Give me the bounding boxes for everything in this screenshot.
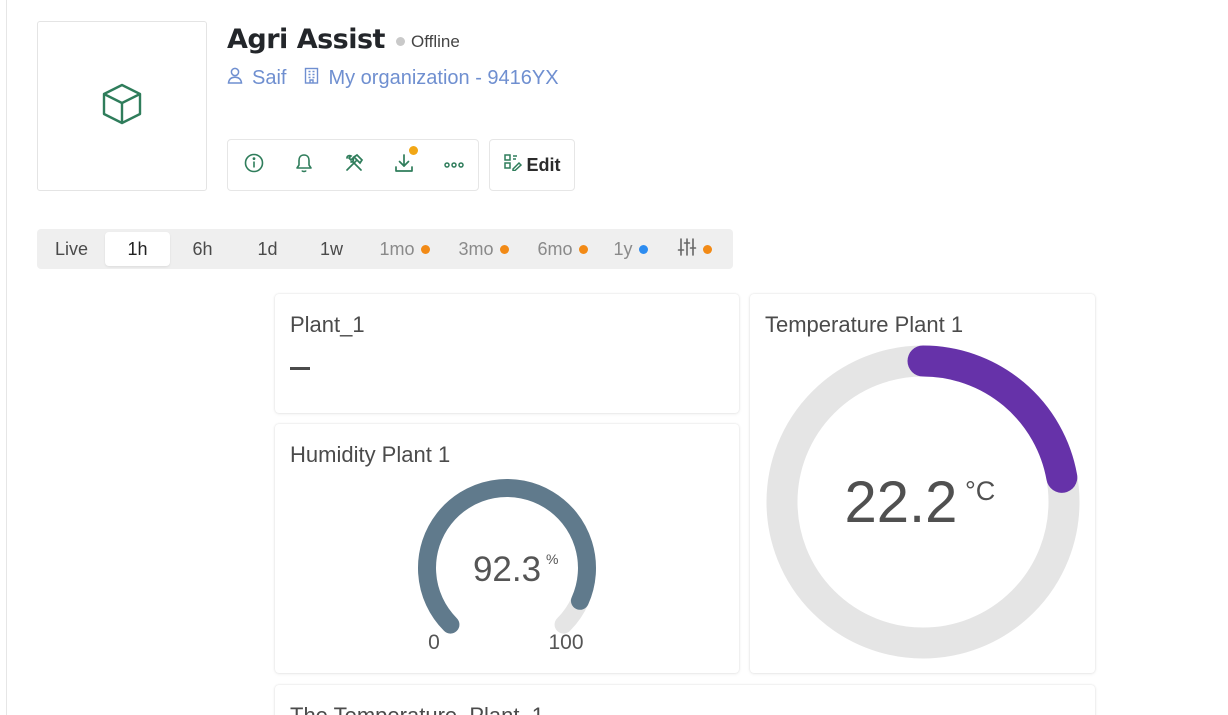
- info-button[interactable]: [242, 153, 266, 177]
- gauge-max-label: 100: [548, 631, 583, 654]
- humidity-gauge-widget: Humidity Plant 1 92.3 % 0 100: [275, 424, 739, 673]
- device-toolbar: [227, 139, 479, 191]
- premium-dot: [578, 244, 588, 254]
- time-range-label: 1h: [127, 238, 148, 259]
- organization-name: My organization - 9416YX: [328, 67, 559, 89]
- sliders-icon: [677, 237, 697, 262]
- widget-title: The Temperature_Plant_1: [290, 703, 544, 715]
- humidity-unit: %: [546, 551, 558, 567]
- device-title: Agri Assist: [227, 24, 385, 55]
- device-header: Agri Assist Offline: [227, 24, 460, 55]
- edit-label: Edit: [526, 154, 561, 175]
- time-range-1w[interactable]: 1w: [299, 232, 364, 266]
- status-text: Offline: [410, 31, 460, 51]
- time-range-1mo[interactable]: 1mo: [372, 232, 437, 266]
- notifications-button[interactable]: [292, 153, 316, 177]
- time-range-selector: Live 1h 6h 1d 1w 1mo 3mo 6mo 1y: [37, 229, 733, 269]
- temperature-gauge: 22.2 °C: [766, 345, 1080, 659]
- building-icon: [304, 67, 328, 90]
- owner-name: Saif: [252, 67, 287, 89]
- time-range-live[interactable]: Live: [39, 232, 104, 266]
- device-meta: Saif My organization - 9416YX: [227, 67, 559, 90]
- gauge-fill: [907, 345, 1078, 493]
- more-icon: [444, 156, 464, 174]
- time-range-label: 6mo: [537, 238, 573, 259]
- time-range-6mo[interactable]: 6mo: [530, 232, 595, 266]
- info-dot: [638, 244, 648, 254]
- temperature-gauge-widget: Temperature Plant 1 22.2 °C: [750, 294, 1095, 673]
- status-badge: Offline: [395, 31, 460, 52]
- gauge-min-label: 0: [428, 631, 440, 654]
- time-range-label: 1d: [257, 238, 278, 259]
- user-icon: [227, 67, 252, 90]
- time-range-label: 1y: [613, 238, 633, 259]
- device-image: [37, 21, 207, 191]
- edit-dashboard-icon: [503, 154, 527, 176]
- time-range-1d[interactable]: 1d: [235, 232, 300, 266]
- time-range-label: 6h: [192, 238, 213, 259]
- cube-icon: [99, 81, 145, 132]
- download-icon: [394, 153, 414, 178]
- time-range-label: 1w: [319, 238, 343, 259]
- download-badge: [409, 146, 418, 155]
- premium-dot: [499, 244, 509, 254]
- time-range-label: Live: [54, 238, 89, 259]
- temperature-chart-widget: The Temperature_Plant_1: [275, 685, 1095, 715]
- plant-1-widget: Plant_1: [275, 294, 739, 413]
- left-border: [6, 0, 7, 715]
- temperature-unit: °C: [965, 476, 995, 506]
- info-icon: [244, 153, 264, 178]
- owner-link[interactable]: Saif: [227, 67, 286, 90]
- time-range-3mo[interactable]: 3mo: [451, 232, 516, 266]
- premium-dot: [420, 244, 430, 254]
- widget-title: Plant_1: [290, 312, 365, 337]
- time-range-label: 3mo: [458, 238, 494, 259]
- organization-link[interactable]: My organization - 9416YX: [304, 67, 559, 90]
- settings-tools-button[interactable]: [342, 153, 366, 177]
- time-range-1y[interactable]: 1y: [603, 232, 658, 266]
- download-button[interactable]: [392, 146, 418, 178]
- tools-icon: [344, 153, 364, 178]
- edit-button[interactable]: Edit: [489, 139, 575, 191]
- bell-icon: [295, 153, 313, 178]
- status-dot: [395, 37, 405, 46]
- time-range-6h[interactable]: 6h: [170, 232, 235, 266]
- premium-dot: [703, 244, 712, 254]
- humidity-gauge: 92.3 % 0 100: [418, 479, 596, 654]
- custom-range-button[interactable]: [667, 232, 722, 266]
- widget-empty-value: [290, 367, 310, 370]
- humidity-value: 92.3: [473, 550, 541, 589]
- time-range-1h[interactable]: 1h: [105, 232, 170, 266]
- temperature-value: 22.2: [845, 470, 958, 535]
- more-button[interactable]: [442, 153, 466, 177]
- time-range-label: 1mo: [379, 238, 415, 259]
